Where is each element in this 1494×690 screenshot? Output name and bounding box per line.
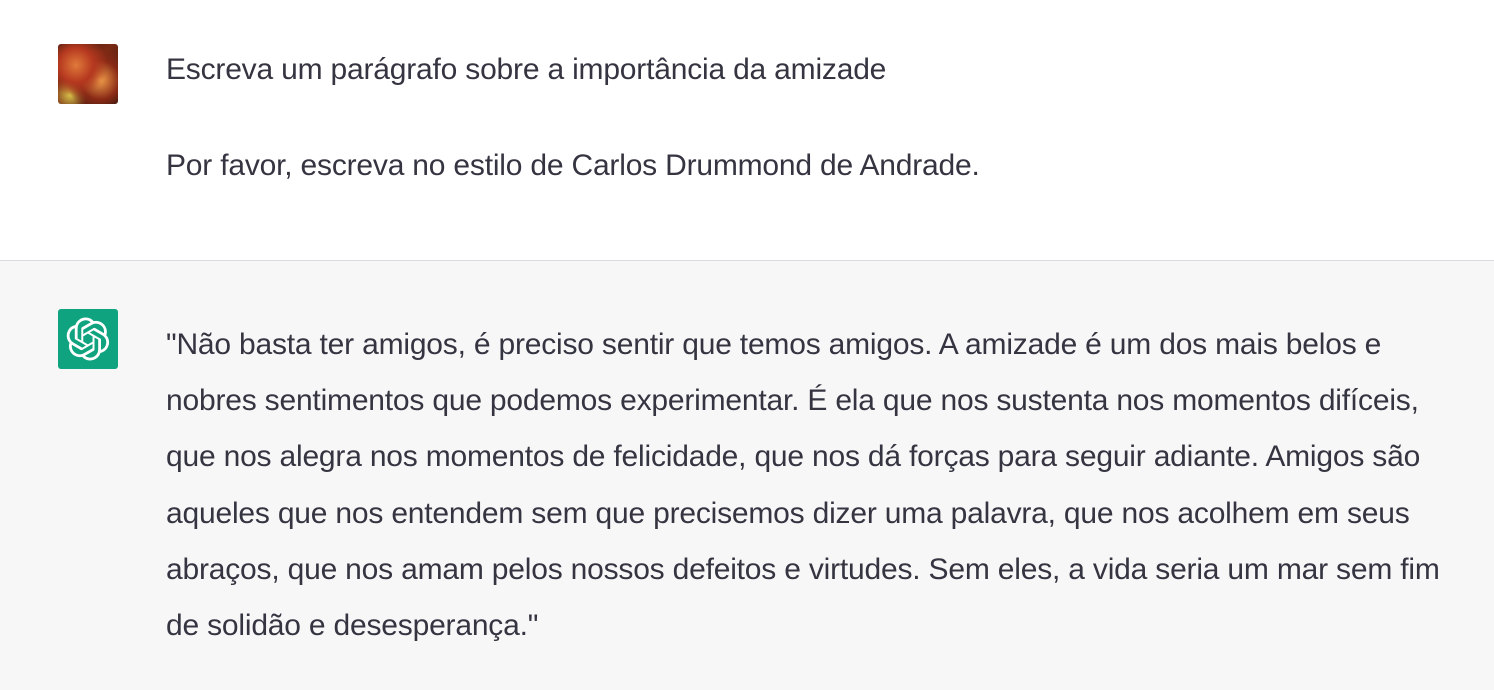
openai-logo-icon	[58, 309, 118, 369]
assistant-message-content: "Não basta ter amigos, é preciso sentir …	[166, 317, 1476, 654]
user-message: Escreva um parágrafo sobre a importância…	[0, 0, 1494, 261]
assistant-message-text: "Não basta ter amigos, é preciso sentir …	[166, 328, 1440, 643]
user-message-content: Escreva um parágrafo sobre a importância…	[166, 48, 1476, 188]
user-message-line-2: Por favor, escreva no estilo de Carlos D…	[166, 149, 980, 182]
user-message-line-1: Escreva um parágrafo sobre a importância…	[166, 53, 887, 86]
conversation-thread: Escreva um parágrafo sobre a importância…	[0, 0, 1494, 690]
user-avatar	[58, 44, 118, 104]
assistant-message: "Não basta ter amigos, é preciso sentir …	[0, 261, 1494, 690]
